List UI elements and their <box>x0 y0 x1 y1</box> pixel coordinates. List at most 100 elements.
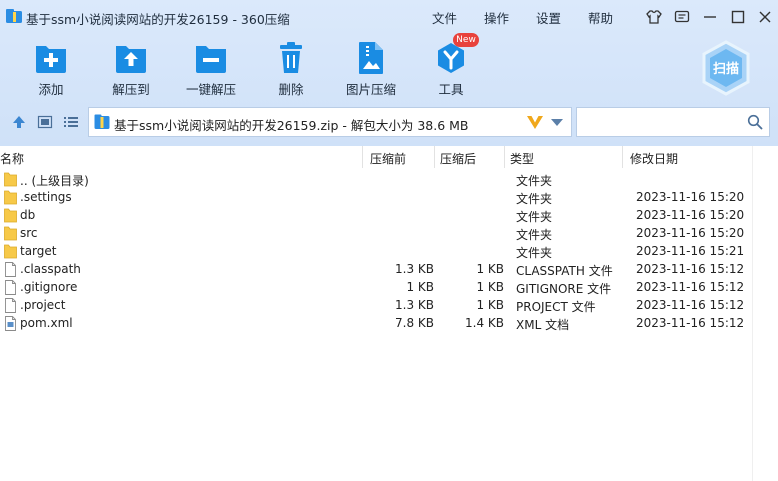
folder-icon <box>4 208 17 223</box>
skin-shirt-icon[interactable] <box>645 8 663 26</box>
menu-operation[interactable]: 操作 <box>484 8 509 27</box>
file-row-target[interactable]: target 文件夹 2023-11-16 15:21 <box>0 243 752 261</box>
column-header-modified[interactable]: 修改日期 <box>630 150 678 167</box>
column-divider[interactable] <box>622 146 623 168</box>
folder-icon <box>4 244 17 259</box>
folder-icon <box>4 172 17 187</box>
maximize-icon[interactable] <box>729 8 747 26</box>
file-type: PROJECT 文件 <box>516 300 596 314</box>
file-name: target <box>20 244 57 258</box>
file-name: pom.xml <box>20 316 73 330</box>
vertical-scrollbar[interactable] <box>752 146 778 481</box>
file-size: 7.8 KB <box>395 316 434 330</box>
file-name: db <box>20 208 36 222</box>
add-icon <box>36 46 66 73</box>
column-divider[interactable] <box>362 146 363 168</box>
file-modified: 2023-11-16 15:12 <box>636 280 745 294</box>
file-size: 1 KB <box>406 280 434 294</box>
extract-icon <box>116 46 146 73</box>
minimize-icon[interactable] <box>701 8 719 26</box>
file-modified: 2023-11-16 15:20 <box>636 226 745 240</box>
file-modified: 2023-11-16 15:21 <box>636 244 745 258</box>
list-view-icon[interactable] <box>63 114 79 130</box>
xml-file-icon <box>5 316 16 331</box>
title-bar: 基于ssm小说阅读网站的开发26159 - 360压缩 文件 操作 设置 帮助 <box>0 0 778 32</box>
file-name: .gitignore <box>20 280 78 294</box>
tools-label: 工具 <box>438 82 464 97</box>
file-packed-size: 1 KB <box>476 280 504 294</box>
add-label: 添加 <box>38 82 64 97</box>
file-name: .. (上级目录) <box>20 174 89 188</box>
scan-label: 扫描 <box>712 62 739 77</box>
file-packed-size: 1 KB <box>476 262 504 276</box>
file-modified: 2023-11-16 15:12 <box>636 262 745 276</box>
column-header-name[interactable]: 名称 <box>0 150 24 167</box>
image-compress-icon <box>359 42 383 74</box>
file-icon <box>5 280 16 295</box>
file-modified: 2023-11-16 15:12 <box>636 298 745 312</box>
file-modified: 2023-11-16 15:20 <box>636 190 745 204</box>
file-name: .project <box>20 298 66 312</box>
column-divider[interactable] <box>434 146 435 168</box>
file-packed-size: 1 KB <box>476 298 504 312</box>
column-header-size[interactable]: 压缩前 <box>370 150 406 167</box>
file-type: XML 文档 <box>516 318 570 332</box>
window-title: 基于ssm小说阅读网站的开发26159 - 360压缩 <box>26 12 290 27</box>
archive-path: 基于ssm小说阅读网站的开发26159.zip - 解包大小为 38.6 MB <box>114 118 469 133</box>
delete-button[interactable]: 删除 <box>253 38 329 100</box>
tools-button[interactable]: 工具 <box>413 38 489 100</box>
image-compress-button[interactable]: 图片压缩 <box>333 38 409 100</box>
search-input[interactable] <box>576 107 770 137</box>
file-type: 文件夹 <box>516 210 553 224</box>
folder-icon <box>4 226 17 241</box>
close-icon[interactable] <box>756 8 774 26</box>
archive-app-icon <box>6 9 22 23</box>
file-row-classpath[interactable]: .classpath 1.3 KB 1 KB CLASSPATH 文件 2023… <box>0 261 752 279</box>
thumbnail-view-icon[interactable] <box>37 114 53 130</box>
top-chrome: 基于ssm小说阅读网站的开发26159 - 360压缩 文件 操作 设置 帮助 <box>0 0 778 146</box>
v-logo-icon[interactable] <box>525 112 545 132</box>
file-type: GITIGNORE 文件 <box>516 282 612 296</box>
file-name: src <box>20 226 38 240</box>
zip-file-icon <box>94 114 110 129</box>
scan-button[interactable]: 扫描 <box>700 40 752 96</box>
one-click-extract-button[interactable]: 一键解压 <box>173 38 249 100</box>
menu-help[interactable]: 帮助 <box>588 8 613 27</box>
menu-file[interactable]: 文件 <box>432 8 457 27</box>
file-size: 1.3 KB <box>395 298 434 312</box>
up-arrow-icon[interactable] <box>11 114 27 130</box>
file-row-parent[interactable]: .. (上级目录) 文件夹 <box>0 171 752 189</box>
file-modified: 2023-11-16 15:20 <box>636 208 745 222</box>
file-row-gitignore[interactable]: .gitignore 1 KB 1 KB GITIGNORE 文件 2023-1… <box>0 279 752 297</box>
file-size: 1.3 KB <box>395 262 434 276</box>
new-badge: New <box>453 33 479 47</box>
file-name: .classpath <box>20 262 81 276</box>
extract-to-button[interactable]: 解压到 <box>93 38 169 100</box>
column-header-packed[interactable]: 压缩后 <box>440 150 476 167</box>
file-row-src[interactable]: src 文件夹 2023-11-16 15:20 <box>0 225 752 243</box>
file-packed-size: 1.4 KB <box>465 316 504 330</box>
column-header-type[interactable]: 类型 <box>510 150 534 167</box>
file-icon <box>5 298 16 313</box>
folder-icon <box>4 190 17 205</box>
image-compress-label: 图片压缩 <box>345 82 396 97</box>
menu-settings[interactable]: 设置 <box>536 8 561 27</box>
extract-to-label: 解压到 <box>112 82 150 97</box>
file-name: .settings <box>20 190 72 204</box>
file-row-project[interactable]: .project 1.3 KB 1 KB PROJECT 文件 2023-11-… <box>0 297 752 315</box>
chevron-down-icon[interactable] <box>551 119 563 126</box>
file-modified: 2023-11-16 15:12 <box>636 316 745 330</box>
file-type: 文件夹 <box>516 174 553 188</box>
file-row-pom[interactable]: pom.xml 7.8 KB 1.4 KB XML 文档 2023-11-16 … <box>0 315 752 333</box>
one-click-extract-label: 一键解压 <box>185 82 236 97</box>
column-divider[interactable] <box>504 146 505 168</box>
address-bar[interactable]: 基于ssm小说阅读网站的开发26159.zip - 解包大小为 38.6 MB <box>88 107 572 137</box>
file-row-settings[interactable]: .settings 文件夹 2023-11-16 15:20 <box>0 189 752 207</box>
one-click-extract-icon <box>196 46 226 73</box>
trash-icon <box>280 42 302 73</box>
file-icon <box>5 262 16 277</box>
feedback-icon[interactable] <box>673 8 691 26</box>
add-button[interactable]: 添加 <box>13 38 89 100</box>
search-icon[interactable] <box>747 114 763 130</box>
file-row-db[interactable]: db 文件夹 2023-11-16 15:20 <box>0 207 752 225</box>
